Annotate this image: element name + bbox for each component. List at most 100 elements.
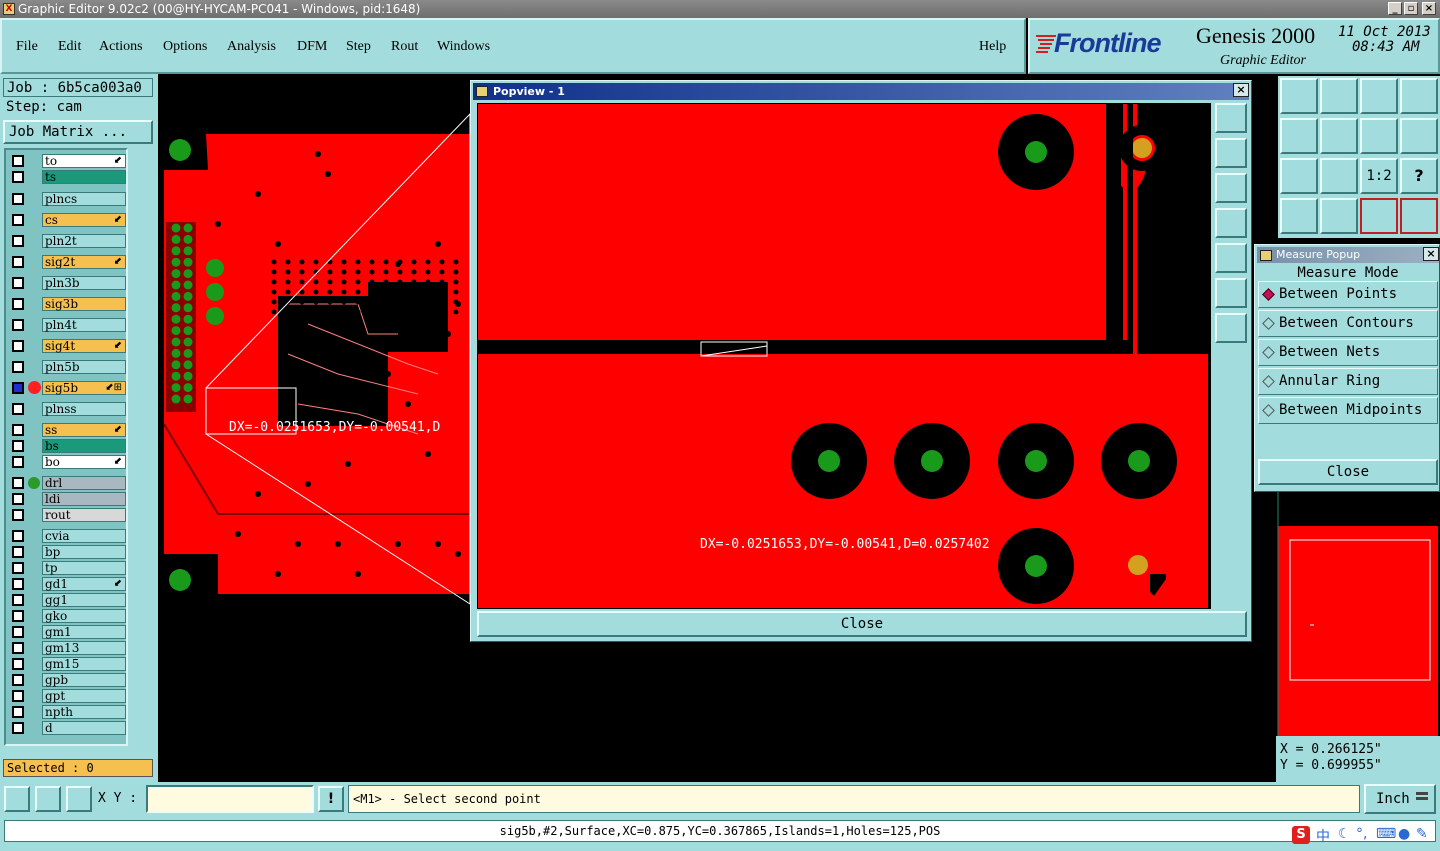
popview-canvas[interactable]: DX=-0.0251653,DY=-0.00541,D=0.0257402 <box>477 103 1211 609</box>
layer-name[interactable]: bs <box>42 439 126 453</box>
menu-options[interactable]: Options <box>163 39 207 55</box>
layer-checkbox[interactable] <box>12 642 24 654</box>
layer-checkbox[interactable] <box>12 546 24 558</box>
menu-rout[interactable]: Rout <box>391 39 418 55</box>
layer-name[interactable]: bo ⬋ <box>42 455 126 469</box>
layer-checkbox[interactable] <box>12 424 24 436</box>
cursor-snap-icon[interactable] <box>4 786 30 812</box>
layer-name[interactable]: sig5b ⬋⊞ <box>42 381 126 395</box>
layer-checkbox[interactable] <box>12 256 24 268</box>
layer-checkbox[interactable] <box>12 690 24 702</box>
layer-name[interactable]: rout <box>42 508 126 522</box>
ime-keyboard-icon[interactable]: ⌨ <box>1376 826 1396 842</box>
layer-checkbox[interactable] <box>12 235 24 247</box>
layer-row[interactable]: rout <box>8 508 126 522</box>
layer-row[interactable]: cs ⬋ <box>8 213 126 227</box>
zoom-center-icon[interactable] <box>1320 158 1358 194</box>
layer-checkbox[interactable] <box>12 298 24 310</box>
layer-checkbox[interactable] <box>12 456 24 468</box>
layer-name[interactable]: pln3b <box>42 276 126 290</box>
layer-row[interactable]: bo ⬋ <box>8 455 126 469</box>
menu-actions[interactable]: Actions <box>99 39 143 55</box>
popview-close-x-button[interactable]: × <box>1233 83 1249 97</box>
layer-checkbox[interactable] <box>12 626 24 638</box>
layer-name[interactable]: plnss <box>42 402 126 416</box>
popview-pan-right-icon[interactable] <box>1215 243 1247 273</box>
layer-row[interactable]: sig4t ⬋ <box>8 339 126 353</box>
menu-analysis[interactable]: Analysis <box>227 39 276 55</box>
zoom-fit-icon[interactable] <box>1280 158 1318 194</box>
layer-name[interactable]: gg1 <box>42 593 126 607</box>
grid-icon[interactable] <box>66 786 92 812</box>
menu-help[interactable]: Help <box>979 39 1006 55</box>
layer-checkbox[interactable] <box>12 340 24 352</box>
layer-checkbox[interactable] <box>12 509 24 521</box>
layer-name[interactable]: d <box>42 721 126 735</box>
home-icon[interactable] <box>1360 78 1398 114</box>
redraw-icon[interactable] <box>1400 118 1438 154</box>
ime-punct-icon[interactable]: °, <box>1356 826 1367 842</box>
pan-left-icon[interactable] <box>1280 118 1318 154</box>
layer-name[interactable]: ss ⬋ <box>42 423 126 437</box>
minimize-button[interactable]: _ <box>1388 2 1402 15</box>
layer-name[interactable]: cs ⬋ <box>42 213 126 227</box>
ime-chinese-icon[interactable]: 中 <box>1316 826 1330 846</box>
layer-name[interactable]: gm1 <box>42 625 126 639</box>
layer-row[interactable]: ts <box>8 170 126 184</box>
layer-name[interactable]: ldi <box>42 492 126 506</box>
layer-name[interactable]: gko <box>42 609 126 623</box>
layer-name[interactable]: to ⬋ <box>42 154 126 168</box>
layer-checkbox[interactable] <box>12 530 24 542</box>
menu-edit[interactable]: Edit <box>58 39 81 55</box>
layer-name[interactable]: npth <box>42 705 126 719</box>
layer-name[interactable]: gpb <box>42 673 126 687</box>
layer-row[interactable]: to ⬋ <box>8 154 126 168</box>
ime-user-icon[interactable]: ● <box>1398 826 1410 842</box>
layer-row[interactable]: npth <box>8 705 126 719</box>
layer-checkbox[interactable] <box>12 658 24 670</box>
layer-row[interactable]: gm1 <box>8 625 126 639</box>
ime-moon-icon[interactable]: ☾ <box>1338 826 1351 842</box>
layer-row[interactable]: ss ⬋ <box>8 423 126 437</box>
layer-row[interactable]: tp <box>8 561 126 575</box>
layer-checkbox[interactable] <box>12 214 24 226</box>
layer-name[interactable]: pln5b <box>42 360 126 374</box>
layer-row[interactable]: cvia <box>8 529 126 543</box>
layer-checkbox[interactable] <box>12 440 24 452</box>
layer-name[interactable]: pln2t <box>42 234 126 248</box>
layer-row[interactable]: gm15 <box>8 657 126 671</box>
menu-step[interactable]: Step <box>346 39 371 55</box>
popview-zoom-in-icon[interactable] <box>1215 313 1247 343</box>
layer-name[interactable]: cvia <box>42 529 126 543</box>
layer-row[interactable]: gd1 ⬋ <box>8 577 126 591</box>
help-icon[interactable]: ? <box>1400 158 1438 194</box>
ime-wrench-icon[interactable]: ✎ <box>1416 826 1428 842</box>
layer-name[interactable]: sig3b <box>42 297 126 311</box>
layer-row[interactable]: d <box>8 721 126 735</box>
zoom-ratio-button[interactable]: 1:2 <box>1360 158 1398 194</box>
layer-row[interactable]: bp <box>8 545 126 559</box>
layer-checkbox[interactable] <box>12 155 24 167</box>
overview-map-svg[interactable] <box>1276 492 1440 736</box>
undo-zoom-icon[interactable] <box>1360 118 1398 154</box>
layer-checkbox[interactable] <box>12 319 24 331</box>
layer-row[interactable]: sig3b <box>8 297 126 311</box>
layer-row[interactable]: ldi <box>8 492 126 506</box>
layer-checkbox[interactable] <box>12 493 24 505</box>
net-highlight-icon[interactable] <box>1360 198 1398 234</box>
layer-row[interactable]: gko <box>8 609 126 623</box>
maximize-button[interactable]: ▫ <box>1404 2 1418 15</box>
layer-checkbox[interactable] <box>12 674 24 686</box>
layer-checkbox[interactable] <box>12 277 24 289</box>
layer-checkbox[interactable] <box>12 594 24 606</box>
layer-checkbox[interactable] <box>12 578 24 590</box>
layer-row[interactable]: pln4t <box>8 318 126 332</box>
measure-icon[interactable] <box>1320 198 1358 234</box>
popview-pan-down-icon[interactable] <box>1215 173 1247 203</box>
layer-name[interactable]: gm15 <box>42 657 126 671</box>
close-window-button[interactable]: × <box>1422 2 1436 15</box>
layer-name[interactable]: tp <box>42 561 126 575</box>
measure-close-x-button[interactable]: × <box>1423 247 1439 261</box>
popview-zoomed-view[interactable]: DX=-0.0251653,DY=-0.00541,D=0.0257402 <box>478 104 1211 609</box>
layer-checkbox[interactable] <box>12 722 24 734</box>
